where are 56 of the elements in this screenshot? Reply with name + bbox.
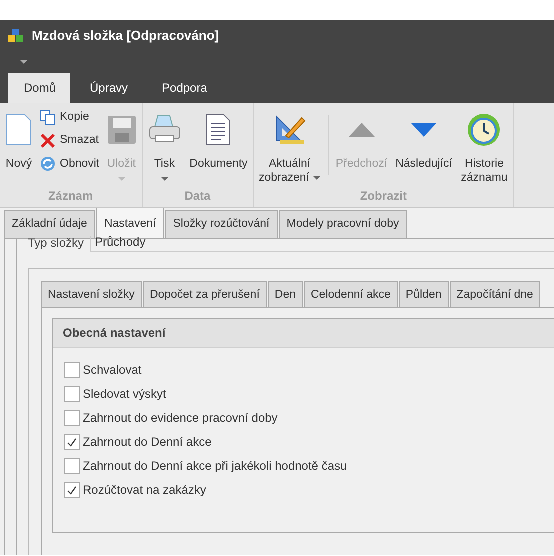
- group-label: Data: [184, 188, 212, 205]
- group-label: Záznam: [47, 188, 94, 205]
- field-label: Typ složky: [28, 236, 86, 252]
- tab[interactable]: Modely pracovní doby: [278, 210, 408, 238]
- new-document-icon: [5, 114, 33, 146]
- group-label: Zobrazit: [359, 188, 408, 205]
- ribbon-button[interactable]: Smazat: [38, 130, 102, 152]
- refresh-icon: [40, 156, 56, 172]
- ruler-pencil-icon: [274, 114, 306, 146]
- checkmark-icon: [67, 438, 77, 446]
- ribbon-button[interactable]: Nový: [2, 107, 36, 187]
- copy-icon: [40, 110, 56, 126]
- tab[interactable]: Základní údaje: [4, 210, 96, 238]
- printer-icon: [148, 115, 182, 145]
- app-cubes-icon: [8, 29, 24, 43]
- tab[interactable]: Složky rozúčtování: [165, 210, 278, 238]
- ribbon-tab[interactable]: Úpravy: [76, 73, 142, 103]
- checkbox[interactable]: [64, 410, 80, 426]
- tab[interactable]: Celodenní akce: [304, 281, 398, 307]
- ribbon-button[interactable]: Kopie: [38, 107, 102, 128]
- ribbon-tab[interactable]: Domů: [8, 73, 70, 103]
- tab[interactable]: Nastavení složky: [41, 281, 142, 307]
- ribbon-tab[interactable]: Podpora: [148, 73, 222, 103]
- checkbox-label: Sledovat výskyt: [83, 386, 166, 403]
- group-header: Obecná nastavení: [53, 319, 554, 348]
- tab[interactable]: Půlden: [398, 281, 449, 307]
- ribbon-button[interactable]: Obnovit: [38, 154, 102, 175]
- ribbon-button[interactable]: Aktuální zobrazení: [256, 107, 324, 187]
- caret-icon[interactable]: [20, 60, 28, 64]
- checkbox[interactable]: [64, 434, 80, 450]
- clock-icon: [467, 113, 502, 147]
- delete-icon: [40, 132, 56, 149]
- window-title: Mzdová složka [Odpracováno]: [32, 27, 220, 46]
- type-field[interactable]: Průchody: [90, 236, 554, 252]
- tab[interactable]: Započítání dne: [450, 281, 540, 307]
- ribbon-button[interactable]: Historie záznamu: [457, 107, 512, 187]
- checkbox-label: Schvalovat: [83, 362, 142, 379]
- checkbox-label: Zahrnout do Denní akce: [83, 434, 212, 451]
- save-icon: [106, 115, 137, 145]
- up-arrow-icon: [348, 123, 375, 137]
- checkbox-label: Zahrnout do Denní akce při jakékoli hodnotě času: [83, 458, 348, 475]
- checkbox[interactable]: [64, 482, 80, 498]
- ribbon-button[interactable]: Tisk: [144, 107, 185, 187]
- document-icon: [206, 114, 232, 146]
- tab[interactable]: Nastavení: [96, 208, 164, 238]
- tab[interactable]: Den: [268, 281, 303, 307]
- checkbox-label: Rozúčtovat na zakázky: [83, 482, 206, 499]
- checkbox[interactable]: [64, 362, 80, 378]
- checkbox-label: Zahrnout do evidence pracovní doby: [83, 410, 278, 427]
- checkmark-icon: [67, 486, 77, 494]
- checkbox[interactable]: [64, 458, 80, 474]
- ribbon-button[interactable]: Dokumenty: [186, 107, 251, 187]
- tab[interactable]: Dopočet za přerušení: [142, 281, 267, 307]
- down-arrow-icon: [411, 123, 438, 137]
- ribbon-button[interactable]: Následující: [392, 107, 456, 187]
- checkbox[interactable]: [64, 386, 80, 402]
